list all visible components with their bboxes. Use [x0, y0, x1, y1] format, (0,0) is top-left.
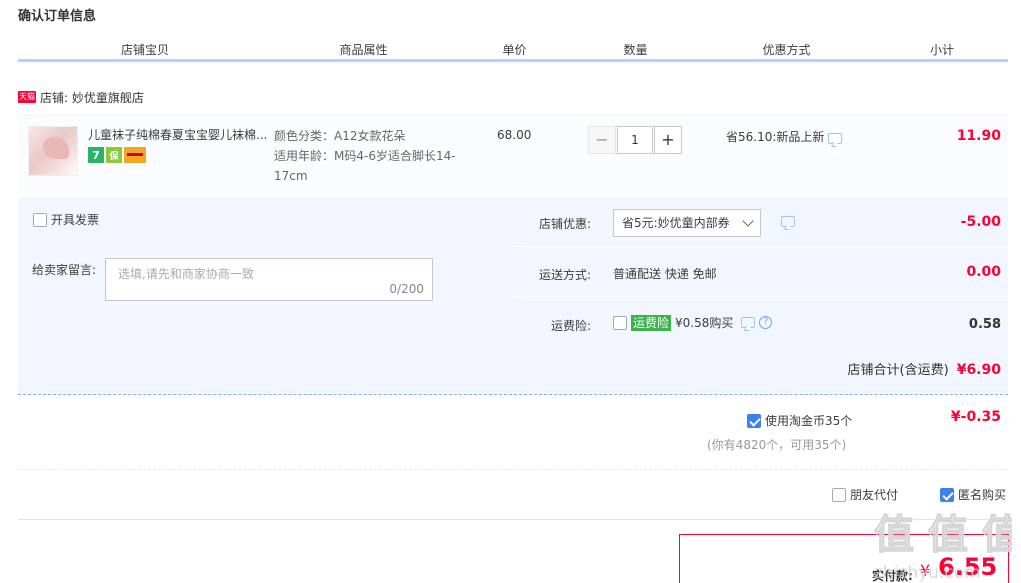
- unit-price: 68.00: [497, 128, 532, 142]
- insurance-tag: 运费险: [631, 314, 672, 331]
- col-header-subtotal: 小计: [877, 38, 1008, 62]
- shipping-amount: 0.00: [966, 264, 1001, 280]
- seller-memo-input[interactable]: 选填,请先和商家协商一致 0/200: [105, 258, 433, 301]
- friend-pay-label: 朋友代付: [850, 488, 899, 502]
- payment-currency: ¥: [920, 561, 931, 580]
- col-header-quantity: 数量: [575, 38, 697, 62]
- chat-bubble-icon[interactable]: [828, 133, 843, 144]
- help-icon[interactable]: ?: [759, 316, 773, 329]
- invoice-label: 开具发票: [51, 213, 100, 227]
- friend-pay-checkbox[interactable]: [832, 487, 846, 502]
- attr-age: 适用年龄：M码4-6岁适合脚长14-17cm: [274, 149, 456, 183]
- insurance-amount: 0.58: [968, 317, 1001, 332]
- taojinbi-row: 使用淘金币35个 (你有4820个，可用35个) ¥-0.35: [18, 396, 1008, 470]
- anonymous-checkbox[interactable]: [940, 487, 954, 502]
- quantity-minus-button[interactable]: −: [588, 126, 616, 154]
- seven-day-return-icon[interactable]: 7: [88, 147, 104, 163]
- taojinbi-option[interactable]: 使用淘金币35个: [747, 412, 852, 429]
- friend-pay-option[interactable]: 朋友代付: [832, 486, 898, 503]
- product-attributes: 颜色分类：A12女款花朵 适用年龄：M码4-6岁适合脚长14-17cm: [274, 126, 464, 186]
- product-title[interactable]: 儿童袜子纯棉春夏宝宝婴儿袜棉...: [88, 126, 273, 143]
- shipping-method: 普通配送 快递 免邮: [613, 267, 717, 281]
- col-header-discount: 优惠方式: [697, 38, 877, 62]
- shop-total-label: 店铺合计(含运费): [847, 363, 949, 378]
- memo-placeholder: 选填,请先和商家协商一致: [118, 267, 254, 281]
- payment-amount: 6.55: [938, 553, 998, 581]
- quantity-input[interactable]: 1: [617, 126, 653, 154]
- order-item-row: 儿童袜子纯棉春夏宝宝婴儿袜棉... 7 保 颜色分类：A12女款花朵 适用年龄：…: [18, 115, 1008, 195]
- insurance-row: 运费险: 运费险 ¥0.58购买 ? 0.58: [513, 297, 1008, 347]
- tmall-icon: 天猫: [18, 91, 36, 103]
- quantity-stepper: − 1 +: [588, 126, 682, 154]
- insurance-price: ¥0.58购买: [675, 316, 734, 330]
- invoice-checkbox[interactable]: [33, 212, 47, 227]
- taojinbi-amount: ¥-0.35: [950, 409, 1001, 425]
- shop-total: 店铺合计(含运费) ¥6.90: [848, 359, 1001, 378]
- shop-discount-amount: -5.00: [960, 214, 1001, 230]
- insurance-option[interactable]: 运费险 ¥0.58购买 ?: [613, 314, 773, 331]
- column-header: 店铺宝贝 商品属性 单价 数量 优惠方式 小计: [18, 38, 1008, 62]
- insurance-checkbox[interactable]: [613, 315, 627, 330]
- payment-summary: 实付款: ¥ 6.55: [679, 534, 1009, 583]
- memo-char-count: 0/200: [389, 282, 424, 296]
- shipping-label: 运送方式:: [538, 268, 591, 282]
- chat-bubble-icon[interactable]: [741, 317, 756, 328]
- item-discount-text: 省56.10:新品上新: [726, 130, 825, 144]
- taojinbi-checkbox[interactable]: [747, 413, 761, 428]
- taojinbi-note: (你有4820个，可用35个): [707, 438, 847, 452]
- credit-card-icon[interactable]: [124, 147, 146, 163]
- taojinbi-label: 使用淘金币35个: [765, 414, 853, 428]
- item-discount: 省56.10:新品上新: [726, 128, 843, 145]
- attr-color: 颜色分类：A12女款花朵: [274, 129, 406, 143]
- payment-options-row: 朋友代付 匿名购买: [18, 470, 1008, 520]
- payment-label: 实付款:: [872, 569, 913, 583]
- shop-total-value: ¥6.90: [956, 362, 1001, 378]
- col-header-price: 单价: [455, 38, 575, 62]
- quantity-plus-button[interactable]: +: [654, 126, 682, 154]
- col-header-attr: 商品属性: [273, 38, 455, 62]
- anonymous-label: 匿名购买: [958, 488, 1007, 502]
- anonymous-option[interactable]: 匿名购买: [940, 486, 1006, 503]
- shop-discount-select[interactable]: 省5元:妙优童内部券: [613, 209, 761, 237]
- shop-line: 天猫 店铺: 妙优童旗舰店: [18, 88, 144, 106]
- page-title: 确认订单信息: [18, 9, 97, 24]
- shop-name[interactable]: 店铺: 妙优童旗舰店: [40, 89, 144, 106]
- product-thumbnail[interactable]: [28, 126, 78, 176]
- invoice-option[interactable]: 开具发票: [33, 211, 99, 228]
- shop-fees: 店铺优惠: 省5元:妙优童内部券 -5.00 运送方式: 普通配送 快递 免邮 …: [513, 197, 1008, 343]
- service-badges: 7 保: [88, 147, 146, 163]
- item-subtotal: 11.90: [956, 128, 1001, 144]
- shop-options-panel: 开具发票 给卖家留言: 选填,请先和商家协商一致 0/200 店铺优惠: 省5元…: [18, 197, 1008, 395]
- chat-bubble-icon[interactable]: [781, 216, 795, 227]
- guarantee-icon[interactable]: 保: [106, 147, 122, 163]
- memo-label: 给卖家留言:: [32, 263, 97, 277]
- shop-discount-value: 省5元:妙优童内部券: [622, 216, 730, 230]
- shop-discount-label: 店铺优惠:: [538, 217, 591, 231]
- col-header-item: 店铺宝贝: [18, 38, 273, 62]
- chevron-down-icon: [742, 215, 754, 227]
- insurance-label: 运费险:: [550, 319, 591, 333]
- shipping-row: 运送方式: 普通配送 快递 免邮 0.00: [513, 247, 1008, 297]
- shop-discount-row: 店铺优惠: 省5元:妙优童内部券 -5.00: [513, 197, 1008, 247]
